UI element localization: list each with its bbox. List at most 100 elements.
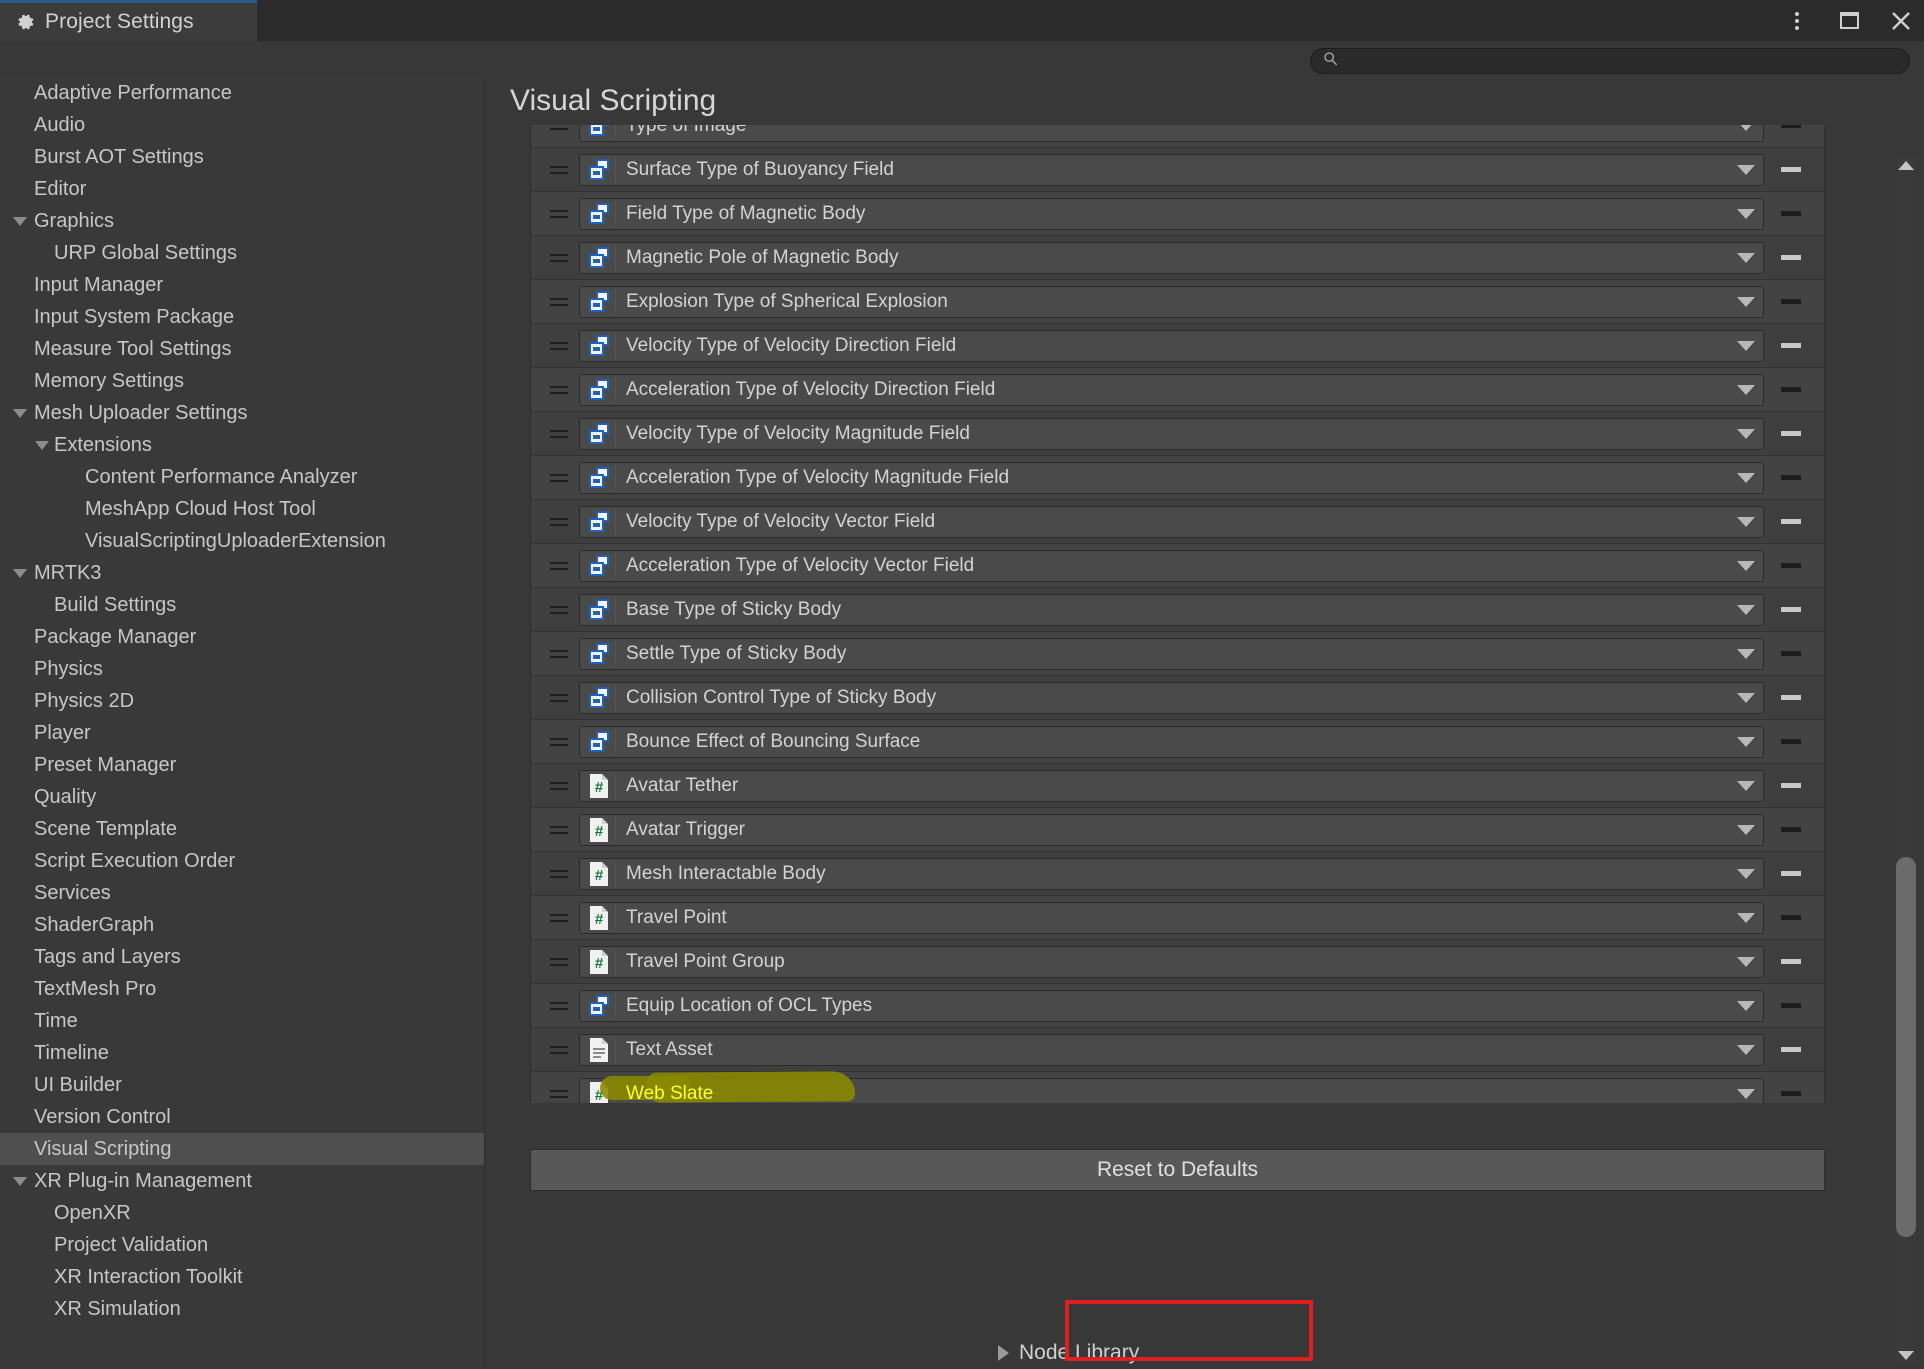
type-row[interactable]: Text Asset	[531, 1028, 1824, 1072]
sidebar-item-package-manager[interactable]: Package Manager	[0, 621, 484, 653]
remove-type-button[interactable]	[1764, 695, 1818, 700]
drag-handle-icon[interactable]	[545, 913, 573, 922]
settings-category-sidebar[interactable]: Adaptive Performance Audio Burst AOT Setti…	[0, 77, 485, 1369]
type-object-field[interactable]: Magnetic Pole of Magnetic Body	[579, 241, 1764, 274]
type-object-field[interactable]: Collision Control Type of Sticky Body	[579, 681, 1764, 714]
type-object-field[interactable]: Settle Type of Sticky Body	[579, 637, 1764, 670]
type-row[interactable]: Surface Type of Buoyancy Field	[531, 148, 1824, 192]
type-object-field[interactable]: Acceleration Type of Velocity Magnitude …	[579, 461, 1764, 494]
chevron-down-icon[interactable]	[1729, 1001, 1763, 1011]
chevron-down-icon[interactable]	[1729, 253, 1763, 263]
type-row[interactable]: Velocity Type of Velocity Vector Field	[531, 500, 1824, 544]
tab-project-settings[interactable]: Project Settings	[0, 0, 257, 41]
sidebar-item-shadergraph[interactable]: ShaderGraph	[0, 909, 484, 941]
type-object-field[interactable]: # Web Slate	[579, 1077, 1764, 1103]
type-object-field[interactable]: Text Asset	[579, 1033, 1764, 1066]
remove-type-button[interactable]	[1764, 255, 1818, 260]
chevron-down-icon[interactable]	[1729, 825, 1763, 835]
type-object-field[interactable]: Field Type of Magnetic Body	[579, 197, 1764, 230]
type-row[interactable]: # Mesh Interactable Body	[531, 852, 1824, 896]
type-row[interactable]: # Avatar Tether	[531, 764, 1824, 808]
chevron-down-icon[interactable]	[1729, 693, 1763, 703]
type-row[interactable]: Base Type of Sticky Body	[531, 588, 1824, 632]
type-row[interactable]: # Travel Point Group	[531, 940, 1824, 984]
scrollbar-thumb[interactable]	[1896, 857, 1916, 1237]
type-object-field[interactable]: # Travel Point Group	[579, 945, 1764, 978]
drag-handle-icon[interactable]	[545, 693, 573, 702]
sidebar-item-urp-global-settings[interactable]: URP Global Settings	[0, 237, 484, 269]
chevron-down-icon[interactable]	[1729, 297, 1763, 307]
sidebar-item-extensions[interactable]: Extensions	[0, 429, 484, 461]
type-object-field[interactable]: Velocity Type of Velocity Magnitude Fiel…	[579, 417, 1764, 450]
type-object-field[interactable]: Surface Type of Buoyancy Field	[579, 153, 1764, 186]
remove-type-button[interactable]	[1764, 739, 1818, 744]
sidebar-item-timeline[interactable]: Timeline	[0, 1037, 484, 1069]
drag-handle-icon[interactable]	[545, 1045, 573, 1054]
chevron-down-icon[interactable]	[1729, 385, 1763, 395]
drag-handle-icon[interactable]	[545, 165, 573, 174]
sidebar-item-visual-scripting[interactable]: Visual Scripting	[0, 1133, 484, 1165]
sidebar-item-visualscriptinguploaderextension[interactable]: VisualScriptingUploaderExtension	[0, 525, 484, 557]
sidebar-item-adaptive-performance[interactable]: Adaptive Performance	[0, 77, 484, 109]
chevron-down-icon[interactable]	[1729, 605, 1763, 615]
sidebar-item-quality[interactable]: Quality	[0, 781, 484, 813]
sidebar-item-openxr[interactable]: OpenXR	[0, 1197, 484, 1229]
drag-handle-icon[interactable]	[545, 209, 573, 218]
chevron-down-icon[interactable]	[1729, 165, 1763, 175]
remove-type-button[interactable]	[1764, 1003, 1818, 1008]
sidebar-item-textmesh-pro[interactable]: TextMesh Pro	[0, 973, 484, 1005]
type-object-field[interactable]: Base Type of Sticky Body	[579, 593, 1764, 626]
reset-to-defaults-button[interactable]: Reset to Defaults	[530, 1149, 1825, 1191]
chevron-down-icon[interactable]	[10, 217, 30, 226]
chevron-down-icon[interactable]	[1729, 341, 1763, 351]
sidebar-item-xr-simulation[interactable]: XR Simulation	[0, 1293, 484, 1325]
close-icon[interactable]	[1888, 8, 1914, 34]
chevron-down-icon[interactable]	[1729, 517, 1763, 527]
chevron-down-icon[interactable]	[1729, 649, 1763, 659]
chevron-down-icon[interactable]	[1729, 473, 1763, 483]
type-row[interactable]: Settle Type of Sticky Body	[531, 632, 1824, 676]
type-object-field[interactable]: Explosion Type of Spherical Explosion	[579, 285, 1764, 318]
type-object-field[interactable]: Acceleration Type of Velocity Direction …	[579, 373, 1764, 406]
type-row[interactable]: Velocity Type of Velocity Magnitude Fiel…	[531, 412, 1824, 456]
drag-handle-icon[interactable]	[545, 253, 573, 262]
maximize-icon[interactable]	[1836, 8, 1862, 34]
type-object-field[interactable]: # Avatar Trigger	[579, 813, 1764, 846]
type-object-field[interactable]: # Avatar Tether	[579, 769, 1764, 802]
chevron-down-icon[interactable]	[10, 569, 30, 578]
scroll-down-arrow-icon[interactable]	[1896, 1347, 1916, 1363]
remove-type-button[interactable]	[1764, 1047, 1818, 1052]
sidebar-item-physics[interactable]: Physics	[0, 653, 484, 685]
type-object-field[interactable]: # Travel Point	[579, 901, 1764, 934]
drag-handle-icon[interactable]	[545, 429, 573, 438]
sidebar-item-memory-settings[interactable]: Memory Settings	[0, 365, 484, 397]
kebab-menu-icon[interactable]	[1784, 8, 1810, 34]
chevron-down-icon[interactable]	[10, 409, 30, 418]
sidebar-item-xr-plug-in-management[interactable]: XR Plug-in Management	[0, 1165, 484, 1197]
sidebar-item-graphics[interactable]: Graphics	[0, 205, 484, 237]
sidebar-item-input-system-package[interactable]: Input System Package	[0, 301, 484, 333]
drag-handle-icon[interactable]	[545, 869, 573, 878]
remove-type-button[interactable]	[1764, 299, 1818, 304]
drag-handle-icon[interactable]	[545, 517, 573, 526]
drag-handle-icon[interactable]	[545, 649, 573, 658]
type-row[interactable]: Acceleration Type of Velocity Direction …	[531, 368, 1824, 412]
remove-type-button[interactable]	[1764, 915, 1818, 920]
drag-handle-icon[interactable]	[545, 605, 573, 614]
chevron-down-icon[interactable]	[1729, 561, 1763, 571]
type-object-field[interactable]: Equip Location of OCL Types	[579, 989, 1764, 1022]
type-row[interactable]: # Travel Point	[531, 896, 1824, 940]
remove-type-button[interactable]	[1764, 475, 1818, 480]
remove-type-button[interactable]	[1764, 959, 1818, 964]
sidebar-item-script-execution-order[interactable]: Script Execution Order	[0, 845, 484, 877]
sidebar-item-burst-aot-settings[interactable]: Burst AOT Settings	[0, 141, 484, 173]
drag-handle-icon[interactable]	[545, 1089, 573, 1098]
sidebar-item-audio[interactable]: Audio	[0, 109, 484, 141]
type-options-list-scroll[interactable]: Type of Image Surface Type of Buoyancy Fi…	[530, 103, 1825, 1103]
chevron-down-icon[interactable]	[1729, 737, 1763, 747]
sidebar-item-player[interactable]: Player	[0, 717, 484, 749]
search-box[interactable]	[1310, 48, 1910, 74]
remove-type-button[interactable]	[1764, 827, 1818, 832]
type-row[interactable]: Acceleration Type of Velocity Vector Fie…	[531, 544, 1824, 588]
drag-handle-icon[interactable]	[545, 297, 573, 306]
